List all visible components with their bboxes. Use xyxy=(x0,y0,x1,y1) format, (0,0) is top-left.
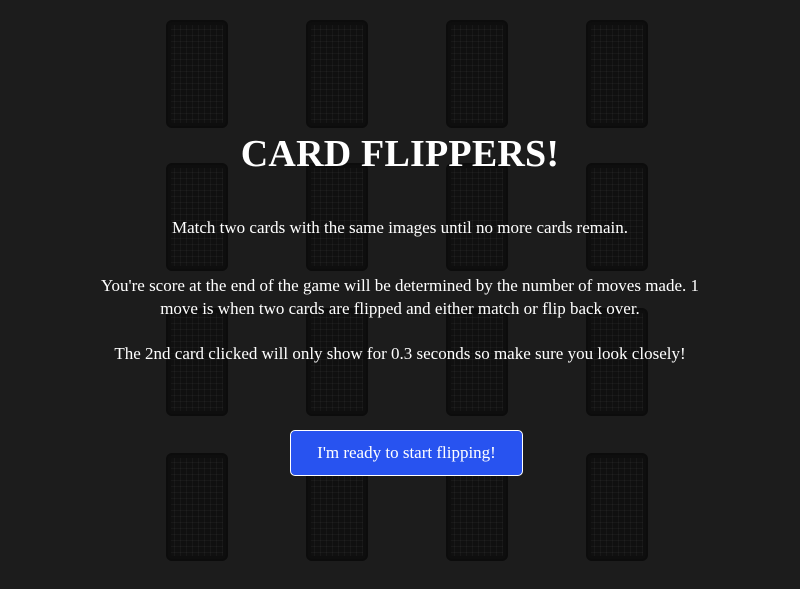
game-title: CARD FLIPPERS! xyxy=(240,133,560,175)
instruction-scoring: You're score at the end of the game will… xyxy=(100,276,700,318)
start-button[interactable]: I'm ready to start flipping! xyxy=(290,430,523,476)
game-screen: CARD FLIPPERS! Match two cards with the … xyxy=(0,0,800,589)
instruction-timing: The 2nd card clicked will only show for … xyxy=(114,344,686,363)
instruction-match: Match two cards with the same images unt… xyxy=(171,218,629,237)
intro-overlay: CARD FLIPPERS! Match two cards with the … xyxy=(0,0,800,589)
